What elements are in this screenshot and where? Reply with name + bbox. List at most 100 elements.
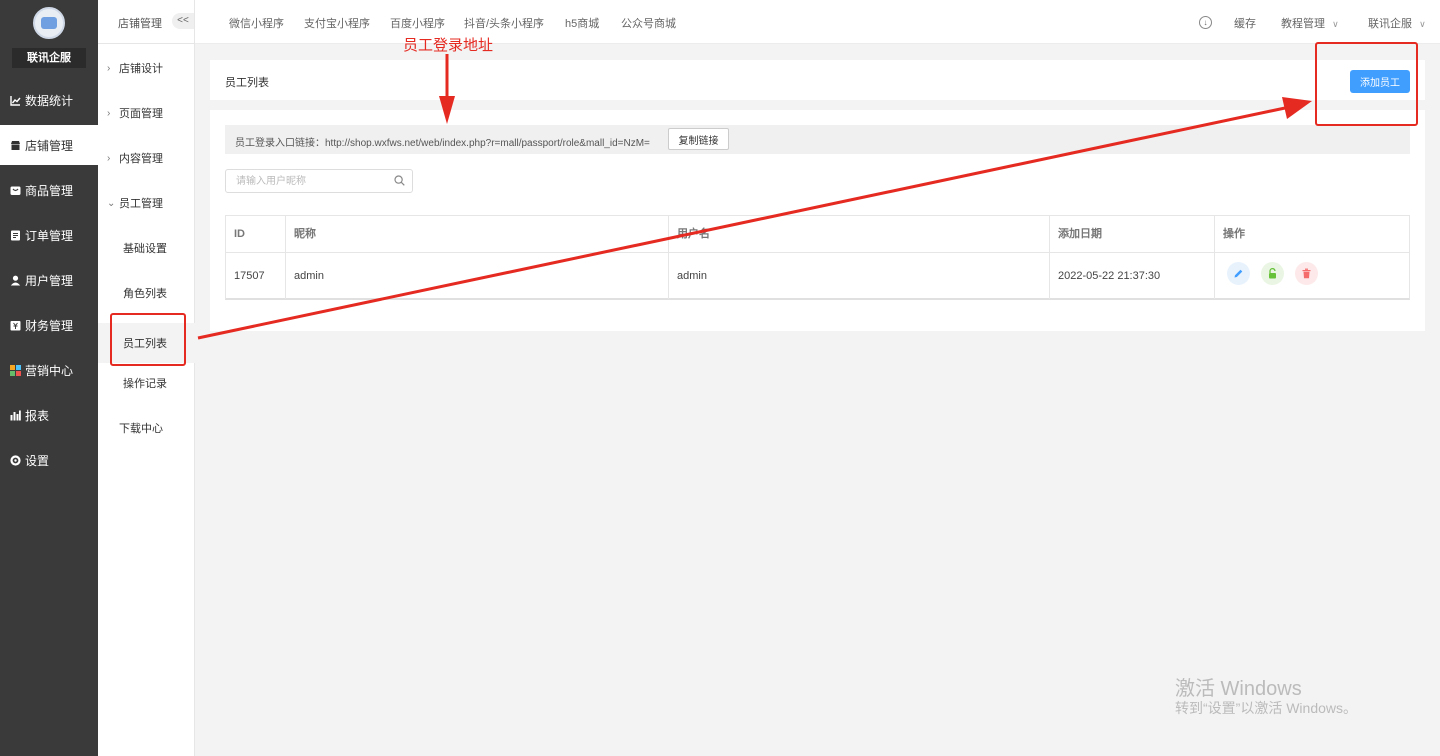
finance-icon xyxy=(9,319,21,331)
logo-icon[interactable] xyxy=(33,7,65,39)
staff-list-card: 员工登录入口链接：http://shop.wxfws.net/web/index… xyxy=(210,110,1425,331)
sidebar-item-settings[interactable]: 设置 xyxy=(0,440,98,480)
edit-icon xyxy=(1234,269,1243,278)
sidebar-item-report[interactable]: 报表 xyxy=(0,395,98,435)
account-menu-label: 联讯企服 xyxy=(1368,18,1412,30)
tab-baidu-mini[interactable]: 百度小程序 xyxy=(390,15,445,31)
goods-icon xyxy=(9,184,21,196)
tutorial-menu[interactable]: 教程管理 ∨ xyxy=(1281,15,1339,31)
subnav-item-label: 下载中心 xyxy=(119,423,163,435)
login-link-label: 员工登录入口链接： xyxy=(235,138,325,149)
subnav-group-content-manage[interactable]: › 内容管理 xyxy=(98,138,195,178)
tab-alipay-mini[interactable]: 支付宝小程序 xyxy=(304,15,370,31)
column-header-username: 用户名 xyxy=(669,216,1050,252)
sidebar-item-orders[interactable]: 订单管理 xyxy=(0,215,98,255)
annotation-box-add-button xyxy=(1315,42,1418,126)
sidebar-item-marketing[interactable]: 营销中心 xyxy=(0,350,98,390)
column-header-actions: 操作 xyxy=(1223,228,1245,240)
login-link-bar: 员工登录入口链接：http://shop.wxfws.net/web/index… xyxy=(225,125,1410,154)
page-header-card: 员工列表 添加员工 xyxy=(210,60,1425,100)
login-link-url: http://shop.wxfws.net/web/index.php?r=ma… xyxy=(325,138,650,149)
unlock-icon xyxy=(1269,268,1276,279)
subnav-item-basic-settings[interactable]: 基础设置 xyxy=(98,228,195,268)
subnav-item-label: 基础设置 xyxy=(123,243,167,255)
tab-official-account-mall[interactable]: 公众号商城 xyxy=(621,15,676,31)
main-sidebar: 联讯企服 数据统计 店铺管理 商品管理 订单管理 用户管理 财务管理 营销中心 … xyxy=(0,0,98,756)
search-input[interactable] xyxy=(225,169,413,193)
subnav-group-store-design[interactable]: › 店铺设计 xyxy=(98,48,195,88)
chevron-down-icon: ⌄ xyxy=(107,197,116,209)
tab-wechat-mini[interactable]: 微信小程序 xyxy=(229,15,284,31)
marketing-icon xyxy=(9,364,21,376)
sidebar-item-label: 商品管理 xyxy=(25,183,74,198)
sidebar-item-label: 店铺管理 xyxy=(25,138,74,153)
windows-activation-title: 激活 Windows xyxy=(1175,678,1302,700)
top-bar: 微信小程序 支付宝小程序 百度小程序 抖音/头条小程序 h5商城 公众号商城 ↓… xyxy=(195,0,1440,44)
subnav-item-role-list[interactable]: 角色列表 xyxy=(98,273,195,313)
subnav-item-label: 角色列表 xyxy=(123,288,167,300)
table-cell-date: 2022-05-22 21:37:30 xyxy=(1050,252,1215,299)
chevron-down-icon: ∨ xyxy=(1332,19,1339,29)
chevron-right-icon: › xyxy=(107,107,111,119)
trash-icon xyxy=(1302,268,1311,279)
tab-douyin-mini[interactable]: 抖音/头条小程序 xyxy=(464,15,544,31)
subnav-group-label: 页面管理 xyxy=(119,108,163,120)
edit-button[interactable] xyxy=(1227,262,1250,285)
unlock-button[interactable] xyxy=(1261,262,1284,285)
subnav-group-page-manage[interactable]: › 页面管理 xyxy=(98,93,195,133)
sidebar-item-finance[interactable]: 财务管理 xyxy=(0,305,98,345)
subnav-group-label: 员工管理 xyxy=(119,198,163,210)
subnav-group-label: 店铺设计 xyxy=(119,63,163,75)
store-icon xyxy=(9,139,21,151)
search-icon[interactable] xyxy=(394,175,405,186)
subnav-item-download-center[interactable]: 下载中心 xyxy=(98,408,195,448)
subnav-item-label: 操作记录 xyxy=(123,378,167,390)
brand-name: 联讯企服 xyxy=(12,48,86,68)
staff-table: ID 昵称 用户名 添加日期 操作 17507 admin admin 2022… xyxy=(225,215,1410,300)
sidebar-item-label: 设置 xyxy=(25,453,50,468)
annotation-label: 员工登录地址 xyxy=(403,37,494,54)
sub-sidebar: 店铺管理 << › 店铺设计 › 页面管理 › 内容管理 ⌄ 员工管理 基础设置… xyxy=(98,0,195,756)
sub-sidebar-header: 店铺管理 << xyxy=(98,0,195,44)
column-header-id: ID xyxy=(226,216,286,252)
table-cell-nickname: admin xyxy=(286,252,669,299)
sidebar-item-users[interactable]: 用户管理 xyxy=(0,260,98,300)
column-header-nickname: 昵称 xyxy=(286,216,669,252)
sidebar-item-label: 报表 xyxy=(25,408,50,423)
login-link-text: 员工登录入口链接：http://shop.wxfws.net/web/index… xyxy=(235,134,650,149)
chevron-right-icon: › xyxy=(107,152,111,164)
gear-icon xyxy=(9,454,21,466)
sidebar-item-label: 数据统计 xyxy=(25,93,74,108)
sidebar-item-label: 用户管理 xyxy=(25,273,74,288)
copy-link-button[interactable]: 复制链接 xyxy=(668,128,729,150)
sidebar-item-label: 财务管理 xyxy=(25,318,74,333)
page-title: 员工列表 xyxy=(225,77,269,89)
sidebar-item-stats[interactable]: 数据统计 xyxy=(0,80,98,120)
sidebar-item-goods[interactable]: 商品管理 xyxy=(0,170,98,210)
annotation-box-staff-list xyxy=(110,313,186,366)
download-icon[interactable]: ↓ xyxy=(1199,16,1212,29)
account-menu[interactable]: 联讯企服 ∨ xyxy=(1368,15,1426,31)
tab-h5-mall[interactable]: h5商城 xyxy=(565,15,599,31)
subnav-group-label: 内容管理 xyxy=(119,153,163,165)
table-cell-username: admin xyxy=(669,252,1050,299)
sidebar-item-label: 订单管理 xyxy=(25,228,74,243)
collapse-button[interactable]: << xyxy=(172,13,194,29)
user-icon xyxy=(9,274,21,286)
chevron-right-icon: › xyxy=(107,62,111,74)
column-header-date: 添加日期 xyxy=(1050,216,1215,252)
tutorial-menu-label: 教程管理 xyxy=(1281,18,1325,30)
sub-sidebar-title: 店铺管理 xyxy=(118,18,162,30)
report-icon xyxy=(9,409,21,421)
sidebar-item-store[interactable]: 店铺管理 xyxy=(0,125,98,165)
windows-activation-hint: 转到“设置”以激活 Windows。 xyxy=(1175,700,1358,716)
table-cell-id: 17507 xyxy=(226,252,286,299)
subnav-item-operation-log[interactable]: 操作记录 xyxy=(98,363,195,403)
chevron-down-icon: ∨ xyxy=(1419,19,1426,29)
sidebar-item-label: 营销中心 xyxy=(25,363,74,378)
subnav-group-staff-manage[interactable]: ⌄ 员工管理 xyxy=(98,183,195,223)
order-icon xyxy=(9,229,21,241)
delete-button[interactable] xyxy=(1295,262,1318,285)
chart-line-icon xyxy=(9,94,21,106)
cache-button[interactable]: 缓存 xyxy=(1234,15,1256,31)
